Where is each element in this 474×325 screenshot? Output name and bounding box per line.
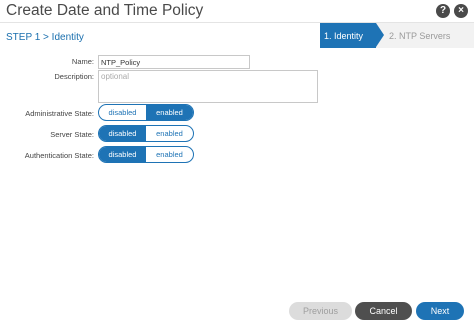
description-label: Description: <box>54 72 94 81</box>
admin-state-enabled-option[interactable]: enabled <box>146 105 193 120</box>
server-state-disabled-option[interactable]: disabled <box>99 126 146 141</box>
dialog-title: Create Date and Time Policy <box>6 2 204 19</box>
auth-state-disabled-option[interactable]: disabled <box>99 147 146 162</box>
admin-state-disabled-option[interactable]: disabled <box>99 105 146 120</box>
auth-state-enabled-option[interactable]: enabled <box>146 147 193 162</box>
name-field[interactable] <box>98 55 250 69</box>
close-icon[interactable]: × <box>454 4 468 18</box>
previous-button[interactable]: Previous <box>289 302 352 320</box>
help-icon[interactable]: ? <box>436 4 450 18</box>
name-label: Name: <box>71 57 94 66</box>
admin-state-label: Administrative State: <box>25 109 94 118</box>
step-heading: STEP 1 > Identity <box>6 32 84 43</box>
create-date-time-policy-dialog: Create Date and Time Policy ? × STEP 1 >… <box>0 0 474 325</box>
auth-state-label: Authentication State: <box>24 151 94 160</box>
admin-state-toggle: disabled enabled <box>98 104 194 121</box>
next-button[interactable]: Next <box>416 302 464 320</box>
server-state-enabled-option[interactable]: enabled <box>146 126 193 141</box>
auth-state-toggle: disabled enabled <box>98 146 194 163</box>
server-state-toggle: disabled enabled <box>98 125 194 142</box>
description-field[interactable] <box>98 70 318 103</box>
wizard-step-ntp-servers[interactable]: 2. NTP Servers <box>376 23 474 48</box>
cancel-button[interactable]: Cancel <box>355 302 412 320</box>
header-icons: ? × <box>436 4 468 18</box>
wizard-steps: 1. Identity 2. NTP Servers <box>320 23 474 48</box>
wizard-step-identity[interactable]: 1. Identity <box>320 23 384 48</box>
server-state-label: Server State: <box>50 130 94 139</box>
